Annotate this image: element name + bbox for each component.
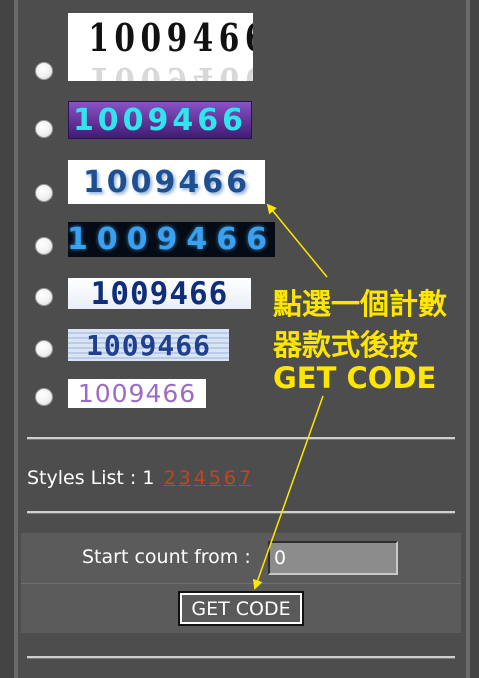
arrow-to-get-code (252, 395, 324, 590)
annotation-arrows (252, 203, 328, 590)
arrow-to-style-3 (266, 203, 328, 278)
